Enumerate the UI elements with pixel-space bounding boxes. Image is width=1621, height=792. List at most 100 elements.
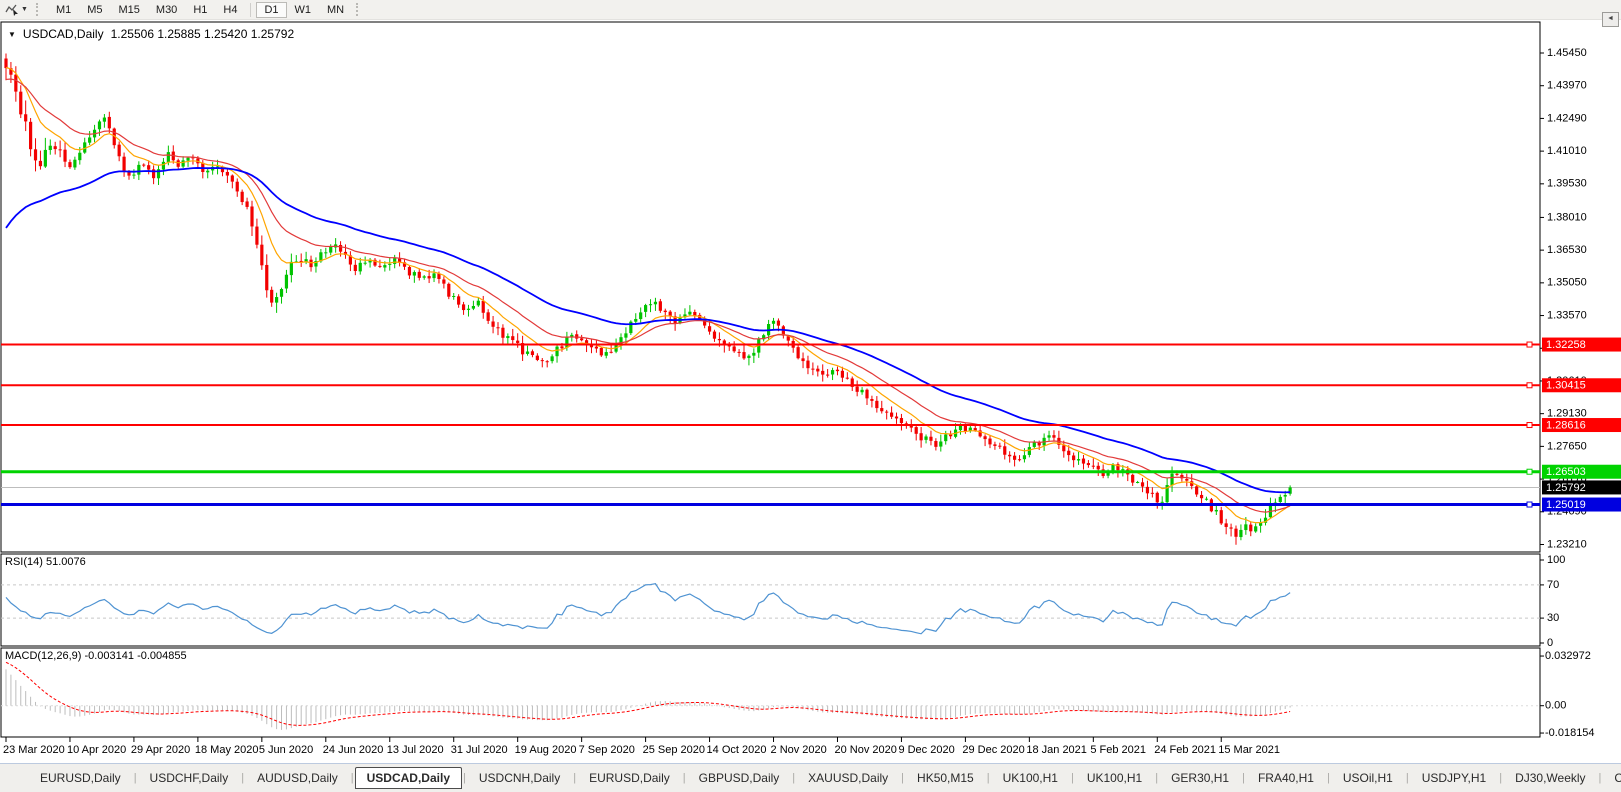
date-axis-label: 14 Oct 2020 <box>707 744 767 756</box>
chart-tab-EURUSD-Daily[interactable]: EURUSD,Daily <box>28 767 133 789</box>
price-tag: 1.28616 <box>1542 418 1621 432</box>
macd-axis-label: 0.032972 <box>1545 650 1591 662</box>
timeframe-button-M15[interactable]: M15 <box>111 2 148 18</box>
chart-symbol-label: USDCAD,Daily <box>23 27 104 41</box>
timeframe-button-M30[interactable]: M30 <box>148 2 185 18</box>
chart-tab-EURUSD-Daily[interactable]: EURUSD,Daily <box>577 767 682 789</box>
price-axis-label: 1.29130 <box>1547 408 1587 420</box>
rsi-axis-label: 100 <box>1547 554 1565 566</box>
price-tag: 1.25792 <box>1542 480 1621 494</box>
price-axis-label: 1.33570 <box>1547 309 1587 321</box>
date-axis-label: 7 Sep 2020 <box>579 744 635 756</box>
chart-tab-XAUUSD-Daily[interactable]: XAUUSD,Daily <box>796 767 900 789</box>
rsi-axis-label: 0 <box>1547 637 1553 649</box>
date-axis-label: 25 Sep 2020 <box>643 744 705 756</box>
chart-tab-UK100-H1[interactable]: UK100,H1 <box>991 767 1070 789</box>
toolbar-grip[interactable] <box>36 3 42 16</box>
price-axis-label: 1.39530 <box>1547 178 1587 190</box>
date-axis-label: 23 Mar 2020 <box>3 744 65 756</box>
chart-tab-USDCAD-Daily[interactable]: USDCAD,Daily <box>355 767 462 789</box>
price-tag: 1.30415 <box>1542 378 1621 392</box>
chart-tab-USOil-H1[interactable]: USOil,H1 <box>1331 767 1405 789</box>
line-handle[interactable] <box>1527 383 1532 388</box>
svg-text:1.25792: 1.25792 <box>1546 482 1586 494</box>
collapse-arrow-icon[interactable]: ▼ <box>8 30 16 39</box>
date-axis-label: 13 Jul 2020 <box>387 744 444 756</box>
rsi-indicator-label: RSI(14) 51.0076 <box>5 556 86 568</box>
toolbar: ▼ M1M5M15M30H1H4 D1W1MN <box>0 0 1621 20</box>
chart-tab-bar: EURUSD,Daily|USDCHF,Daily|AUDUSD,Daily|U… <box>0 763 1621 792</box>
toolbar-separator <box>250 3 251 17</box>
date-axis-label: 18 May 2020 <box>195 744 259 756</box>
date-axis-label: 29 Dec 2020 <box>962 744 1024 756</box>
date-axis-label: 31 Jul 2020 <box>451 744 508 756</box>
price-axis-label: 1.43970 <box>1547 80 1587 92</box>
chevron-down-icon[interactable]: ▼ <box>21 6 28 13</box>
chart-tab-AUDUSD-Daily[interactable]: AUDUSD,Daily <box>245 767 350 789</box>
macd-axis-label: -0.018154 <box>1545 727 1595 739</box>
chart-tab-FRA40-H1[interactable]: FRA40,H1 <box>1246 767 1326 789</box>
timeframe-button-H4[interactable]: H4 <box>215 2 245 18</box>
chart-tab-USDJPY-H1[interactable]: USDJPY,H1 <box>1410 767 1498 789</box>
line-handle[interactable] <box>1527 423 1532 428</box>
macd-axis-label: 0.00 <box>1545 700 1566 712</box>
chart-tab-HK50-M15[interactable]: HK50,M15 <box>905 767 986 789</box>
price-axis-label: 1.41010 <box>1547 145 1587 157</box>
chart-tab-USDCHF-Daily[interactable]: USDCHF,Daily <box>138 767 241 789</box>
rsi-axis-label: 30 <box>1547 612 1559 624</box>
svg-text:1.32258: 1.32258 <box>1546 339 1586 351</box>
price-tag: 1.26503 <box>1542 465 1621 479</box>
chart-tab-USDCNH-Daily[interactable]: USDCNH,Daily <box>467 767 572 789</box>
timeframe-button-M5[interactable]: M5 <box>79 2 110 18</box>
timeframe-button-MN[interactable]: MN <box>319 2 352 18</box>
chart-tab-GER30-H1[interactable]: GER30,H1 <box>1159 767 1241 789</box>
chart-panel <box>1 648 1540 737</box>
timeframe-button-W1[interactable]: W1 <box>287 2 320 18</box>
timeframe-button-D1[interactable]: D1 <box>256 2 286 18</box>
date-axis-label: 20 Nov 2020 <box>834 744 896 756</box>
chart-tab-DJ30-Weekly[interactable]: DJ30,Weekly <box>1503 767 1597 789</box>
chart-canvas[interactable]: 1.45450 1.43970 1.42490 1.41010 1.39530 1.380… <box>0 0 1621 763</box>
timeframe-button-H1[interactable]: H1 <box>185 2 215 18</box>
tab-separator: | <box>350 772 355 784</box>
date-axis-label: 9 Dec 2020 <box>898 744 954 756</box>
toolbar-grip-2[interactable] <box>356 3 362 16</box>
chart-panel <box>1 554 1540 646</box>
date-axis-label: 5 Feb 2021 <box>1090 744 1146 756</box>
line-handle[interactable] <box>1527 469 1532 474</box>
svg-text:1.26503: 1.26503 <box>1546 466 1586 478</box>
timeframe-button-M1[interactable]: M1 <box>48 2 79 18</box>
price-tag: 1.25019 <box>1542 498 1621 512</box>
chart-ohlc-values: 1.25506 1.25885 1.25420 1.25792 <box>111 27 295 41</box>
date-axis-label: 2 Nov 2020 <box>771 744 827 756</box>
price-axis-label: 1.45450 <box>1547 47 1587 59</box>
chart-tab-GBPUSD-Daily[interactable]: GBPUSD,Daily <box>687 767 792 789</box>
rsi-axis-label: 70 <box>1547 579 1559 591</box>
panel-corner-button[interactable]: ◄ <box>1602 12 1619 27</box>
date-axis-label: 10 Apr 2020 <box>67 744 126 756</box>
timeframe-button-group: M1M5M15M30H1H4 D1W1MN <box>48 0 352 20</box>
chart-tab-CHINA300-H1[interactable]: CHINA300,H1 <box>1602 767 1621 789</box>
price-axis-label: 1.27650 <box>1547 440 1587 452</box>
date-axis-label: 24 Feb 2021 <box>1154 744 1216 756</box>
svg-text:1.30415: 1.30415 <box>1546 380 1586 392</box>
price-axis-label: 1.36530 <box>1547 244 1587 256</box>
date-axis-label: 29 Apr 2020 <box>131 744 190 756</box>
date-axis-label: 24 Jun 2020 <box>323 744 384 756</box>
line-handle[interactable] <box>1527 502 1532 507</box>
chart-cursor-icon[interactable] <box>3 2 21 17</box>
svg-text:1.28616: 1.28616 <box>1546 419 1586 431</box>
price-axis-label: 1.23210 <box>1547 538 1587 550</box>
metatrader-window: { "toolbar": { "timeframes": ["M1","M5",… <box>0 0 1621 792</box>
macd-indicator-label: MACD(12,26,9) -0.003141 -0.004855 <box>5 650 187 662</box>
chart-title: ▼ USDCAD,Daily 1.25506 1.25885 1.25420 1… <box>8 27 294 41</box>
line-handle[interactable] <box>1527 342 1532 347</box>
chart-tab-UK100-H1[interactable]: UK100,H1 <box>1075 767 1154 789</box>
date-axis-label: 18 Jan 2021 <box>1026 744 1087 756</box>
price-axis-label: 1.42490 <box>1547 112 1587 124</box>
price-tag: 1.32258 <box>1542 338 1621 352</box>
svg-text:1.25019: 1.25019 <box>1546 499 1586 511</box>
price-axis-label: 1.38010 <box>1547 211 1587 223</box>
date-axis-label: 19 Aug 2020 <box>515 744 577 756</box>
date-axis-label: 15 Mar 2021 <box>1218 744 1280 756</box>
